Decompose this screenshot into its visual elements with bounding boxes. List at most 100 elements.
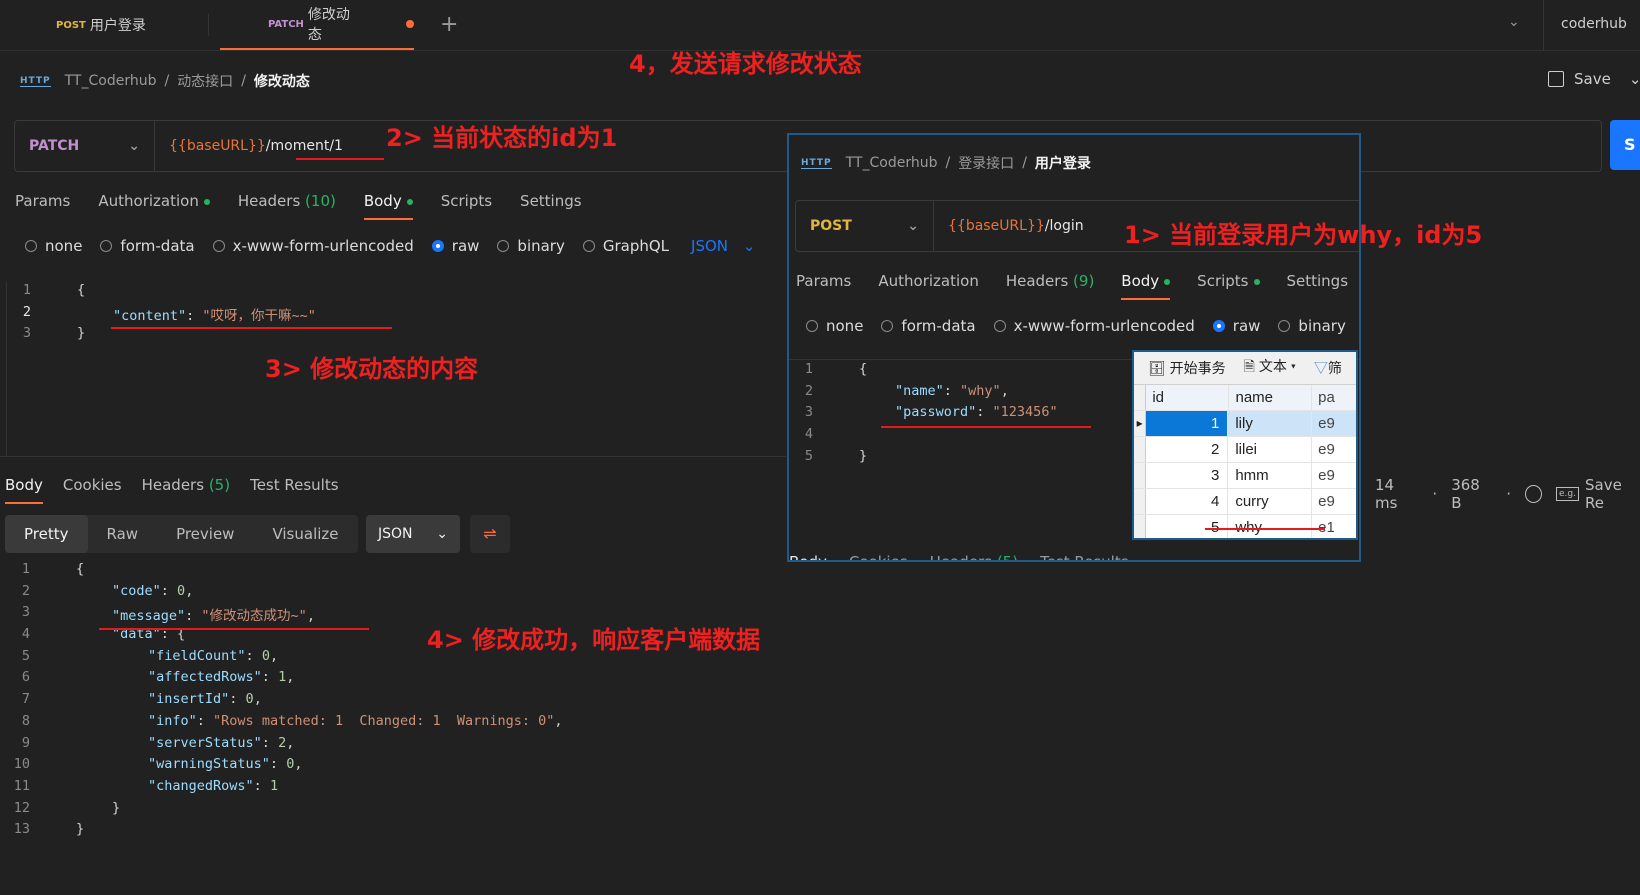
overlay-body-editor[interactable]: 1{ 2 "name": "why", 3 "password": "123456"… xyxy=(789,361,1129,469)
line-number: 3 xyxy=(22,325,31,342)
db-rows: ▸1lilye92lileie93hmme94currye95whye1 xyxy=(1134,411,1356,538)
resp-tab-headers[interactable]: Headers (5) xyxy=(142,476,230,504)
cell-name[interactable]: lilei xyxy=(1228,437,1313,462)
tab-settings[interactable]: Settings xyxy=(520,192,582,220)
tab-patch-moment[interactable]: PATCH 修改动态 xyxy=(220,0,414,50)
response-format-select[interactable]: JSON ⌄ xyxy=(366,515,460,553)
db-row[interactable]: 3 hmm e9 xyxy=(1134,463,1356,489)
example-icon: e.g. xyxy=(1556,487,1579,501)
resp-tab-cookies[interactable]: Cookies xyxy=(849,553,908,560)
radio-binary[interactable]: binary xyxy=(1278,317,1346,335)
resp-tab-cookies[interactable]: Cookies xyxy=(63,476,122,504)
new-tab-plus-icon[interactable]: + xyxy=(440,12,458,37)
resp-tab-headers[interactable]: Headers (5) xyxy=(930,553,1018,560)
row-marker xyxy=(1134,515,1147,538)
radio-graphql[interactable]: GraphQL xyxy=(582,237,669,255)
column-header-id[interactable]: id xyxy=(1146,385,1229,410)
line-number: 8 xyxy=(21,712,30,729)
url-input[interactable]: {{baseURL}}/login xyxy=(934,218,1084,234)
breadcrumb: HTTP TT_Coderhub / 动态接口 / 修改动态 xyxy=(20,71,310,91)
response-time[interactable]: 14 ms xyxy=(1375,476,1418,512)
radio-circle xyxy=(212,240,225,252)
column-header-name[interactable]: name xyxy=(1229,385,1313,410)
tab-scripts[interactable]: Scripts xyxy=(441,192,492,220)
format-select[interactable]: JSON ⌄ xyxy=(691,237,755,255)
view-preview[interactable]: Preview xyxy=(157,515,253,553)
document-icon: 🗎 xyxy=(1243,358,1255,374)
radio-urlencoded[interactable]: x-www-form-urlencoded xyxy=(212,237,414,255)
radio-binary[interactable]: binary xyxy=(497,237,565,255)
url-variable: {{baseURL}} xyxy=(948,218,1045,234)
line-number: 12 xyxy=(13,799,30,816)
text-view-button[interactable]: 🗎 文本 ▾ xyxy=(1244,356,1296,380)
db-row[interactable]: ▸ 1 lily e9 xyxy=(1134,411,1356,437)
resp-tab-test-results[interactable]: Test Results xyxy=(1040,553,1128,560)
save-response-label: Save Re xyxy=(1584,476,1622,512)
tab-headers[interactable]: Headers (9) xyxy=(1006,272,1094,300)
tab-scripts[interactable]: Scripts xyxy=(1197,272,1260,300)
method-select[interactable]: PATCH ⌄ xyxy=(15,121,155,171)
workspace-name[interactable]: coderhub xyxy=(1561,16,1627,32)
tab-params[interactable]: Params xyxy=(796,272,851,300)
annotation-underline xyxy=(881,426,1091,428)
tab-settings[interactable]: Settings xyxy=(1287,272,1349,300)
line-number: 3 xyxy=(21,604,30,621)
response-size[interactable]: 368 B xyxy=(1451,476,1492,512)
radio-raw[interactable]: raw xyxy=(431,237,479,255)
db-row[interactable]: 4 curry e9 xyxy=(1134,489,1356,515)
breadcrumb-folder[interactable]: 登录接口 xyxy=(958,153,1014,173)
breadcrumb-collection[interactable]: TT_Coderhub xyxy=(65,73,157,89)
tab-authorization[interactable]: Authorization xyxy=(98,192,210,220)
radio-form-data[interactable]: form-data xyxy=(100,237,195,255)
radio-raw[interactable]: raw xyxy=(1212,317,1261,335)
resp-tab-body[interactable]: Body xyxy=(789,553,827,560)
row-marker xyxy=(1134,489,1147,514)
database-grid: 🗄 开始事务 🗎 文本 ▾ ▽筛 id name pa ▸ 1 lily e9 2 lil… xyxy=(1132,350,1358,540)
cell-name[interactable]: hmm xyxy=(1228,463,1313,488)
tab-headers[interactable]: Headers (10) xyxy=(238,192,336,220)
cell-name[interactable]: lily xyxy=(1228,411,1313,436)
wrap-lines-icon[interactable]: ⇌ xyxy=(470,515,510,553)
save-response-button[interactable]: e.g. Save Re xyxy=(1556,476,1640,512)
cell-name[interactable]: curry xyxy=(1228,489,1313,514)
headers-count: (9) xyxy=(1073,272,1095,290)
radio-none[interactable]: none xyxy=(25,237,82,255)
tab-body[interactable]: Body xyxy=(1121,272,1171,300)
cell-password[interactable]: e9 xyxy=(1312,411,1356,436)
tab-authorization[interactable]: Authorization xyxy=(878,272,978,300)
url-input[interactable]: {{baseURL}}/moment/1 xyxy=(155,138,343,154)
begin-transaction-button[interactable]: 🗄 开始事务 xyxy=(1148,358,1226,378)
cell-password[interactable]: e9 xyxy=(1312,489,1356,514)
view-visualize[interactable]: Visualize xyxy=(253,515,357,553)
filter-button[interactable]: ▽筛 xyxy=(1314,358,1342,378)
column-header-password[interactable]: pa xyxy=(1312,385,1356,410)
tab-params[interactable]: Params xyxy=(15,192,70,220)
radio-form-data[interactable]: form-data xyxy=(881,317,976,335)
cell-id[interactable]: 1 xyxy=(1146,411,1229,436)
cell-password[interactable]: e9 xyxy=(1312,437,1356,462)
resp-tab-body[interactable]: Body xyxy=(5,476,43,504)
view-pretty[interactable]: Pretty xyxy=(5,515,88,553)
save-button[interactable]: Save ⌄ xyxy=(1548,70,1640,88)
radio-urlencoded[interactable]: x-www-form-urlencoded xyxy=(993,317,1195,335)
resp-tab-test-results[interactable]: Test Results xyxy=(250,476,338,504)
radio-label: raw xyxy=(1232,317,1261,335)
cell-id[interactable]: 2 xyxy=(1146,437,1229,462)
radio-none[interactable]: none xyxy=(806,317,863,335)
cell-id[interactable]: 4 xyxy=(1146,489,1229,514)
json-value: "why" xyxy=(960,382,1001,399)
database-icon: 🗄 xyxy=(1148,360,1166,376)
code-line: 5} xyxy=(804,447,868,464)
tab-post-login[interactable]: POST 用户登录 xyxy=(56,0,206,50)
tabs-chevron-down-icon[interactable]: ⌄ xyxy=(1508,14,1520,30)
cell-password[interactable]: e9 xyxy=(1312,463,1356,488)
cell-id[interactable]: 3 xyxy=(1146,463,1229,488)
db-row[interactable]: 2 lilei e9 xyxy=(1134,437,1356,463)
method-select[interactable]: POST ⌄ xyxy=(796,201,934,251)
send-button[interactable]: S xyxy=(1610,120,1640,170)
breadcrumb-collection[interactable]: TT_Coderhub xyxy=(846,155,938,171)
breadcrumb-folder[interactable]: 动态接口 xyxy=(177,71,233,91)
view-raw[interactable]: Raw xyxy=(88,515,158,553)
tab-body[interactable]: Body xyxy=(363,192,413,220)
globe-icon[interactable] xyxy=(1524,485,1542,503)
